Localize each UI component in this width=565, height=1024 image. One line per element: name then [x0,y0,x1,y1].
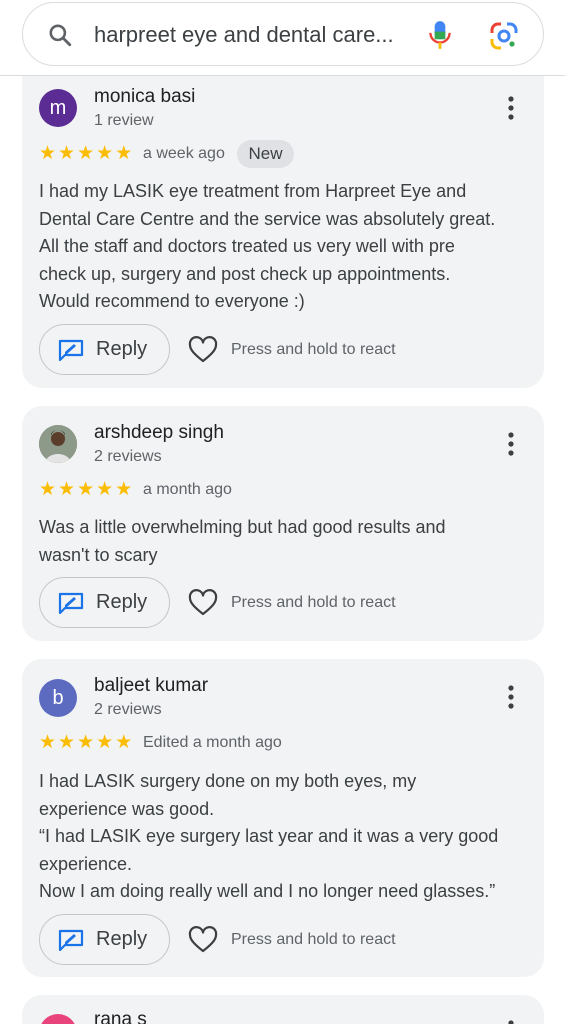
review-card: b baljeet kumar 2 reviews ★ ★ ★ ★ ★ Edit… [22,659,544,977]
review-text-line: check up, surgery and post check up appo… [39,263,451,284]
star-icon: ★ [77,143,95,164]
review-text-line: I had my LASIK eye treatment from Harpre… [39,181,467,201]
star-icon: ★ [39,479,57,500]
review-date: a week ago [143,145,225,162]
reply-icon [58,592,84,614]
more-options-icon[interactable] [502,431,520,457]
review-text: I had LASIK surgery done on my both eyes… [39,768,534,906]
mic-icon[interactable] [427,19,453,51]
review-text-line: Dental Care Centre and the service was a… [39,208,496,229]
review-text-line: Now I am doing really well and I no long… [39,881,496,901]
reply-icon [58,929,84,951]
star-icon: ★ [39,732,57,753]
star-icon: ★ [96,732,114,753]
review-text-line: wasn't to scary [39,544,158,565]
more-options-icon[interactable] [502,1019,520,1024]
avatar[interactable] [39,425,77,463]
review-card: m monica basi 1 review ★ ★ ★ ★ ★ a week … [22,56,544,388]
react-hint: Press and hold to react [231,341,396,358]
review-card: arshdeep singh 2 reviews ★ ★ ★ ★ ★ a mon… [22,406,544,641]
react-hint: Press and hold to react [231,594,396,611]
review-text-line: Would recommend to everyone :) [39,291,305,311]
search-box[interactable]: harpreet eye and dental care... [22,2,544,66]
star-icon: ★ [77,479,95,500]
star-icon: ★ [77,732,95,753]
more-options-icon[interactable] [502,684,520,710]
reply-icon [58,339,84,361]
review-text-line: “I had LASIK eye surgery last year and i… [39,826,499,846]
star-icon: ★ [58,479,76,500]
top-search-bar: harpreet eye and dental care... [0,0,565,76]
star-icon: ★ [115,143,133,164]
search-icon[interactable] [47,22,73,48]
star-icon: ★ [115,479,133,500]
review-text: Was a little overwhelming but had good r… [39,514,534,569]
heart-icon[interactable] [188,336,218,364]
search-query[interactable]: harpreet eye and dental care... [94,22,394,48]
review-text: I had my LASIK eye treatment from Harpre… [39,178,534,316]
avatar[interactable]: b [39,679,77,717]
reply-button[interactable]: Reply [39,577,170,628]
reply-label: Reply [96,928,148,950]
avatar[interactable] [39,1014,77,1024]
reviewer-name[interactable]: rana s [94,1009,147,1024]
avatar[interactable]: m [39,89,77,127]
star-rating: ★ ★ ★ ★ ★ [39,733,132,753]
reply-label: Reply [96,591,148,613]
more-options-icon[interactable] [502,95,520,121]
star-icon: ★ [58,143,76,164]
review-count: 1 review [94,112,154,129]
heart-icon[interactable] [188,589,218,617]
new-badge: New [237,140,294,168]
star-icon: ★ [96,479,114,500]
star-icon: ★ [96,143,114,164]
review-text-line: experience was good. [39,798,215,819]
review-text-line: Was a little overwhelming but had good r… [39,517,446,537]
star-rating: ★ ★ ★ ★ ★ [39,144,132,164]
star-rating: ★ ★ ★ ★ ★ [39,480,132,500]
review-card: rana s [22,995,544,1024]
review-text-line: All the staff and doctors treated us ver… [39,236,455,256]
review-text-line: I had LASIK surgery done on my both eyes… [39,771,417,791]
review-count: 2 reviews [94,701,162,718]
reply-button[interactable]: Reply [39,914,170,965]
review-date: Edited a month ago [143,734,282,751]
google-lens-icon[interactable] [489,21,519,51]
reviewer-name[interactable]: monica basi [94,86,195,108]
reviewer-name[interactable]: arshdeep singh [94,422,224,444]
react-hint: Press and hold to react [231,931,396,948]
star-icon: ★ [115,732,133,753]
review-date: a month ago [143,481,232,498]
reviewer-name[interactable]: baljeet kumar [94,675,208,697]
reply-button[interactable]: Reply [39,324,170,375]
avatar-photo [39,425,77,463]
star-icon: ★ [39,143,57,164]
star-icon: ★ [58,732,76,753]
review-text-line: experience. [39,853,133,874]
heart-icon[interactable] [188,926,218,954]
reply-label: Reply [96,338,148,360]
review-count: 2 reviews [94,448,162,465]
